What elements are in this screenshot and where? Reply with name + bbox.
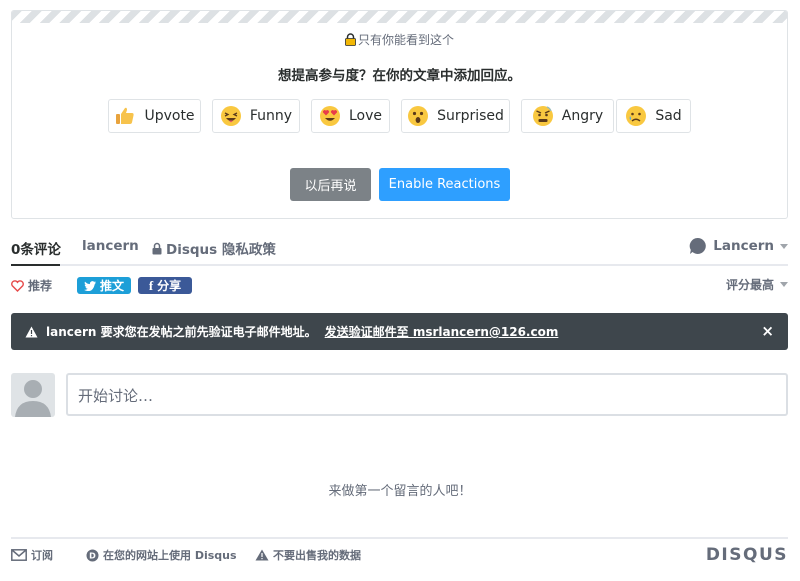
lock-icon (345, 33, 356, 46)
angry-face-icon (532, 106, 553, 126)
surprised-face-icon (408, 106, 429, 126)
user-name: Lancern (713, 238, 774, 254)
tab-comments-label: 0条评论 (11, 242, 61, 258)
promo-title: 想提高参与度？在你的文章中添加回应。 (278, 68, 521, 84)
sad-face-icon (626, 106, 647, 126)
active-tab-indicator (11, 264, 60, 266)
thread-actions: 推荐 推文 f 分享 评分最高 (11, 276, 788, 296)
disqus-d-icon: D (86, 549, 99, 561)
alert-message: lancern 要求您在发帖之前先验证电子邮件地址。 (46, 325, 317, 339)
tab-community[interactable]: lancern (82, 238, 139, 254)
comment-input[interactable]: 开始讨论… (66, 373, 788, 416)
facebook-share-button[interactable]: f 分享 (138, 277, 192, 294)
heart-eyes-icon (319, 106, 340, 126)
recommend-button[interactable]: 推荐 (11, 277, 52, 294)
reactions-promo-card: 只有你能看到这个 想提高参与度？在你的文章中添加回应。 Upvote Funny… (11, 10, 788, 219)
twitter-bird-icon (83, 280, 96, 291)
reaction-angry[interactable]: Angry (521, 99, 614, 133)
chevron-down-icon (780, 243, 788, 249)
share-label: 分享 (157, 279, 182, 293)
recommend-label: 推荐 (28, 279, 53, 293)
promo-stripe (12, 11, 787, 23)
do-not-sell-link[interactable]: 不要出售我的数据 (255, 547, 361, 563)
subscribe-link[interactable]: 订阅 (11, 547, 53, 563)
reaction-love[interactable]: Love (311, 99, 390, 133)
padlock-icon (152, 242, 162, 254)
funny-face-icon (220, 106, 241, 126)
facebook-f-icon: f (148, 277, 154, 293)
disqus-logo[interactable]: DISQUS (706, 545, 788, 565)
comment-placeholder: 开始讨论… (78, 387, 154, 405)
reaction-label: Surprised (437, 108, 504, 124)
disqus-thread: 只有你能看到这个 想提高参与度？在你的文章中添加回应。 Upvote Funny… (0, 0, 800, 581)
reaction-label: Sad (655, 108, 682, 124)
tab-privacy[interactable]: Disqus 隐私政策 (152, 238, 276, 258)
reaction-upvote[interactable]: Upvote (108, 99, 201, 133)
tweet-button[interactable]: 推文 (77, 277, 131, 294)
chat-bubble-icon (689, 237, 707, 254)
envelope-icon (11, 549, 27, 561)
close-icon[interactable]: × (761, 322, 774, 340)
reaction-label: Upvote (144, 108, 195, 124)
tab-community-label: lancern (82, 238, 139, 254)
use-disqus-label: 在您的网站上使用 Disqus (103, 549, 237, 562)
empty-state-message: 来做第一个留言的人吧！ (328, 484, 472, 499)
later-button[interactable]: 以后再说 (290, 168, 371, 201)
heart-icon (11, 279, 24, 292)
svg-text:D: D (89, 551, 96, 560)
private-note: 只有你能看到这个 (12, 31, 787, 48)
sort-dropdown[interactable]: 评分最高 (726, 276, 788, 293)
tab-privacy-label: Disqus 隐私政策 (166, 242, 276, 258)
thumbs-up-icon (116, 107, 135, 124)
chevron-down-icon (780, 282, 788, 287)
subscribe-label: 订阅 (31, 549, 53, 562)
default-user-icon (15, 380, 51, 417)
avatar[interactable] (11, 373, 55, 417)
reaction-label: Angry (561, 108, 604, 124)
reaction-buttons: Upvote Funny Love Surprised Angry Sad (12, 99, 787, 133)
thread-tabs: 0条评论 lancern Disqus 隐私政策 Lancern (11, 230, 788, 266)
tweet-label: 推文 (99, 279, 124, 293)
reaction-surprised[interactable]: Surprised (401, 99, 510, 133)
warning-icon (25, 326, 38, 337)
footer: 订阅 D 在您的网站上使用 Disqus 不要出售我的数据 DISQUS (11, 537, 788, 567)
private-note-text: 只有你能看到这个 (357, 33, 454, 47)
enable-reactions-button[interactable]: Enable Reactions (379, 168, 510, 201)
reaction-label: Funny (249, 108, 293, 124)
sort-label: 评分最高 (725, 278, 774, 292)
send-verification-link[interactable]: 发送验证邮件至 msrlancern@126.com (325, 323, 559, 340)
use-disqus-link[interactable]: D 在您的网站上使用 Disqus (86, 547, 237, 563)
reaction-label: Love (348, 108, 383, 124)
warning-icon (255, 549, 269, 561)
reaction-sad[interactable]: Sad (616, 99, 691, 133)
tab-comments[interactable]: 0条评论 (11, 238, 61, 258)
reaction-funny[interactable]: Funny (212, 99, 300, 133)
user-menu[interactable]: Lancern (689, 237, 788, 255)
do-not-sell-label: 不要出售我的数据 (273, 549, 361, 562)
email-verification-alert: lancern 要求您在发帖之前先验证电子邮件地址。 发送验证邮件至 msrla… (11, 313, 788, 350)
